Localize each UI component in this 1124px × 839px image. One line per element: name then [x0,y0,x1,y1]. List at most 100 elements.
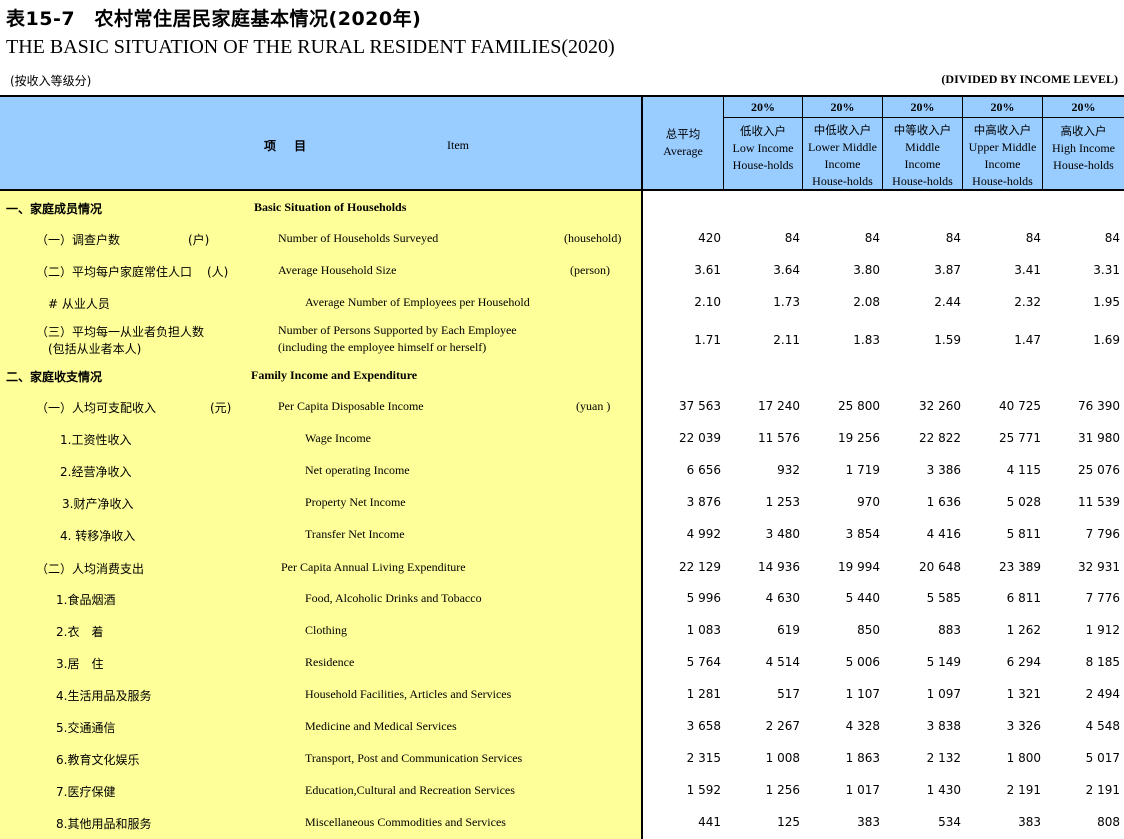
header-low-income: 20% 低收入户 Low Income House-holds [724,97,803,189]
cell-middle: 3.87 [934,263,961,277]
cell-low-income: 11 576 [758,431,800,445]
header-middle-en3: House-holds [892,174,953,188]
cell-high-income: 808 [1097,815,1120,829]
cell-average: 5 996 [686,591,721,605]
cell-middle: 1 430 [926,783,961,797]
table-row: 3.财产净收入 Property Net Income 3 876 1 253 … [0,486,1124,518]
row-unit-cn: (户) [188,233,210,247]
row-label-cn: 8.其他用品和服务 [56,817,152,831]
cell-average: 3 658 [686,719,721,733]
cell-lower-middle: 19 994 [838,560,880,574]
cell-high-income: 7 776 [1085,591,1120,605]
row-label-cn: 2.衣 着 [56,625,104,639]
cell-average: 22 039 [679,431,721,445]
header-high-income-en2: House-holds [1053,158,1114,172]
header-low-income-en2: House-holds [732,158,794,172]
cell-upper-middle: 2.32 [1014,295,1041,309]
row-label-en: Per Capita Annual Living Expenditure [281,560,466,574]
row-unit-cn: (人) [207,265,229,279]
row-unit-en: (person) [570,263,610,277]
header-item-cn: 项 目 [264,139,307,153]
header-lower-middle-pct: 20% [803,97,882,118]
cell-upper-middle: 5 028 [1006,495,1041,509]
cell-middle: 20 648 [919,560,961,574]
row-label-cn: 3.居 住 [56,657,104,671]
cell-high-income: 1.95 [1093,295,1120,309]
cell-low-income: 1 256 [765,783,800,797]
cell-lower-middle: 2.08 [853,295,880,309]
header-high-income-cn: 高收入户 [1060,124,1107,138]
cell-high-income: 31 980 [1078,431,1120,445]
cell-low-income: 14 936 [758,560,800,574]
cell-high-income: 5 017 [1085,751,1120,765]
cell-high-income: 25 076 [1078,463,1120,477]
cell-lower-middle: 5 440 [845,591,880,605]
cell-low-income: 4 514 [765,655,800,669]
header-item-en: Item [447,138,469,152]
row-label-en: Net operating Income [305,463,410,477]
row-label-cn: 4. 转移净收入 [60,529,136,543]
cell-middle: 2 132 [926,751,961,765]
header-middle-income: 20% 中等收入户 Middle Income House-holds [883,97,963,189]
row-unit-cn: (元) [210,401,232,415]
row-unit-en: (yuan ) [576,399,611,413]
cell-middle: 5 585 [926,591,961,605]
header-lower-middle-cn: 中低收入户 [813,123,872,137]
cell-average: 22 129 [679,560,721,574]
row-label-cn: （二）平均每户家庭常住人口 [36,265,193,279]
cell-middle: 22 822 [919,431,961,445]
row-label-cn: 一、家庭成员情况 [6,202,103,216]
cell-upper-middle: 25 771 [999,431,1041,445]
row-label-en: Number of Households Surveyed [278,231,439,245]
cell-upper-middle: 4 115 [1006,463,1041,477]
cell-average: 4 992 [686,527,721,541]
row-label-cn: （二）人均消费支出 [36,562,145,576]
cell-lower-middle: 3 854 [845,527,880,541]
cell-lower-middle: 1 719 [845,463,880,477]
header-item-cell: 项 目 Item [0,97,643,189]
cell-middle: 5 149 [926,655,961,669]
cell-high-income: 76 390 [1078,399,1120,413]
cell-low-income: 1 008 [765,751,800,765]
header-high-income-en1: High Income [1052,141,1115,155]
cell-middle: 2.44 [934,295,961,309]
cell-lower-middle: 3.80 [853,263,880,277]
header-middle-pct: 20% [883,97,962,118]
cell-upper-middle: 23 389 [999,560,1041,574]
cell-high-income: 11 539 [1078,495,1120,509]
cell-high-income: 8 185 [1085,655,1120,669]
cell-low-income: 1.73 [773,295,800,309]
cell-average: 420 [698,231,721,245]
cell-lower-middle: 84 [864,231,880,245]
cell-high-income: 1 912 [1085,623,1120,637]
cell-middle: 534 [938,815,961,829]
cell-average: 3 876 [686,495,721,509]
cell-upper-middle: 5 811 [1006,527,1041,541]
header-low-income-cn: 低收入户 [740,124,786,138]
table-row: 2.衣 着 Clothing 1 083 619 850 883 1 262 1… [0,614,1124,646]
cell-average: 6 656 [686,463,721,477]
row-label-cn: （三）平均每一从业者负担人数 [36,325,205,339]
cell-average: 37 563 [679,399,721,413]
table-row: （一）人均可支配收入 (元) Per Capita Disposable Inc… [0,390,1124,422]
cell-middle: 1 636 [926,495,961,509]
cell-upper-middle: 1 800 [1006,751,1041,765]
cell-high-income: 7 796 [1085,527,1120,541]
row-label-cn: 2.经营净收入 [60,465,132,479]
row-label-cn: 1.工资性收入 [60,433,132,447]
cell-high-income: 32 931 [1078,560,1120,574]
row-label-en: Transport, Post and Communication Servic… [305,751,523,765]
row-label-en: Education,Cultural and Recreation Servic… [305,783,515,797]
header-lower-middle-en1: Lower Middle [808,140,877,154]
row-label-en: Basic Situation of Households [254,200,407,214]
cell-middle: 883 [938,623,961,637]
table-row: （二）平均每户家庭常住人口 (人) Average Household Size… [0,254,1124,286]
table-row: 5.交通通信 Medicine and Medical Services 3 6… [0,710,1124,742]
row-label-cn: 6.教育文化娱乐 [56,753,140,767]
cell-upper-middle: 383 [1018,815,1041,829]
table-row: （二）人均消费支出 Per Capita Annual Living Expen… [0,551,1124,583]
cell-average: 1 281 [686,687,721,701]
cell-lower-middle: 383 [857,815,880,829]
header-average-cn: 总平均 [665,127,701,141]
header-upper-middle-pct: 20% [963,97,1042,118]
